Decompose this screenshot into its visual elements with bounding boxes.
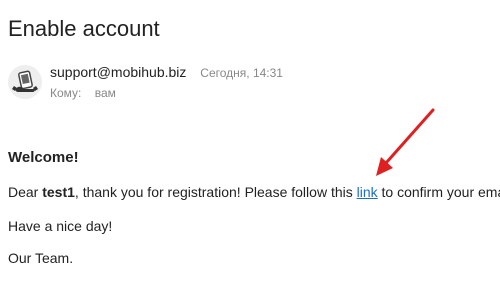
confirm-link[interactable]: link (357, 184, 378, 200)
recipient-label: Кому: (50, 86, 82, 100)
email-view: Enable account support@mobihub.biz Сегод… (0, 0, 500, 300)
email-date: Сегодня, 14:31 (200, 66, 283, 80)
sender-avatar-icon (8, 65, 42, 99)
recipient-value: вам (94, 86, 116, 100)
email-greeting: Welcome! (8, 149, 79, 166)
recipient-line: Кому: вам (50, 86, 116, 100)
mobihub-avatar-icon (8, 65, 42, 99)
dear-middle: , thank you for registration! Please fol… (74, 184, 357, 200)
sender-address[interactable]: support@mobihub.biz (50, 64, 186, 80)
sender-line: support@mobihub.biz Сегодня, 14:31 (50, 64, 283, 80)
dear-prefix: Dear (8, 184, 43, 200)
dear-suffix: to confirm your email (377, 184, 500, 200)
email-subject: Enable account (8, 16, 160, 41)
username: test1 (42, 184, 75, 200)
email-signature: Our Team. (8, 250, 74, 266)
email-closing: Have a nice day! (8, 218, 113, 234)
email-body-paragraph: Dear test1, thank you for registration! … (8, 184, 500, 200)
